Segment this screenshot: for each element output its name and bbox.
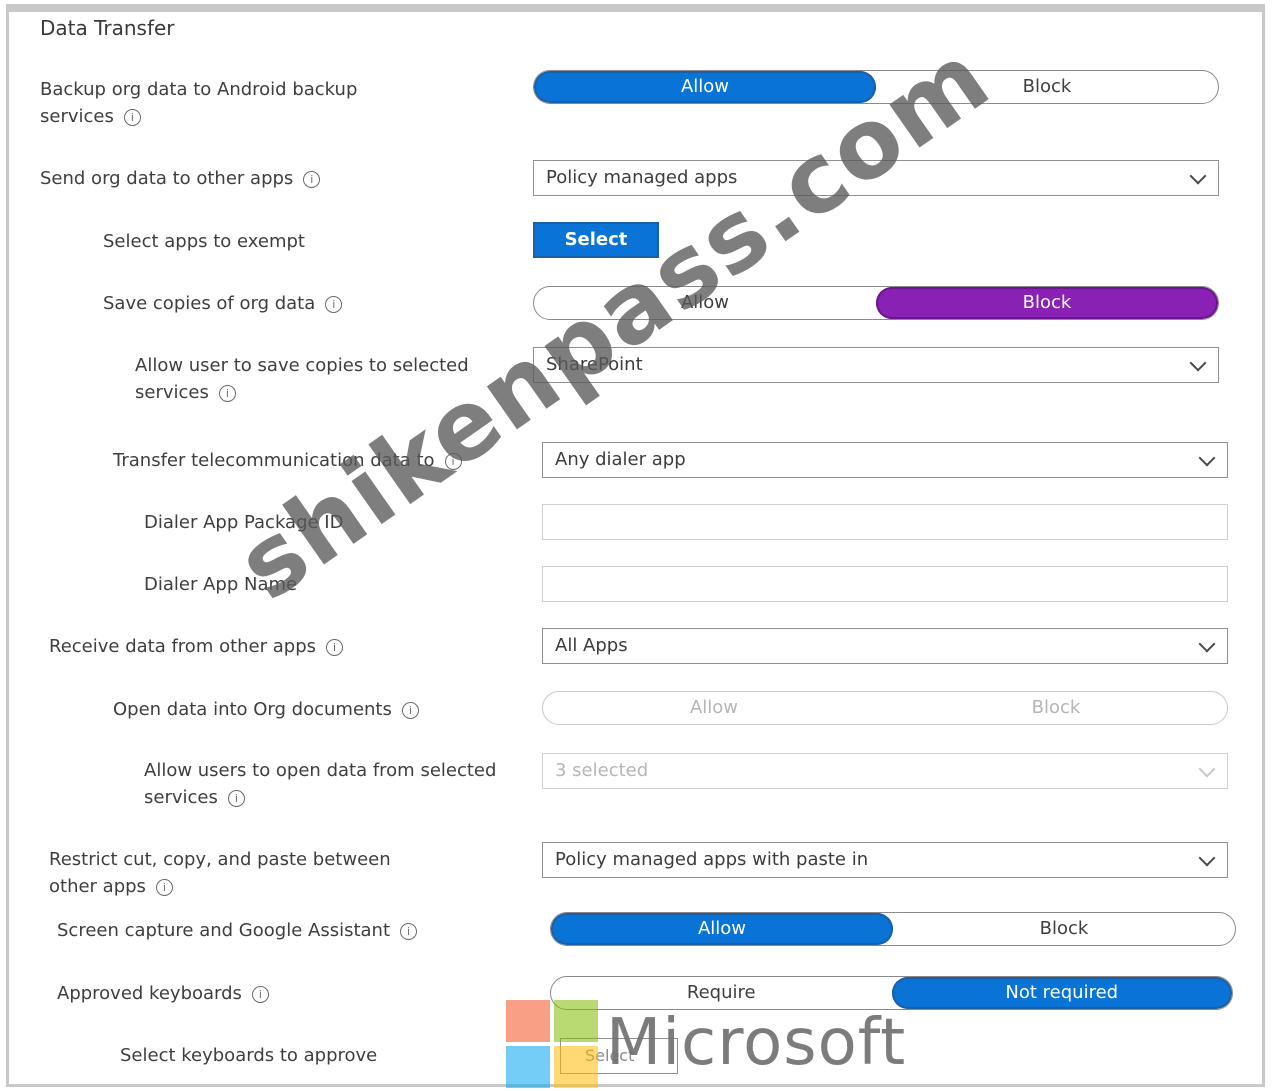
chevron-down-icon (1198, 635, 1216, 653)
info-icon[interactable]: i (227, 790, 245, 807)
microsoft-logo-icon (506, 1000, 600, 1091)
open-services-label: Allow users to open data from selected s… (144, 760, 497, 808)
backup-block-option[interactable]: Block (876, 71, 1218, 103)
screen-capture-block-option[interactable]: Block (893, 913, 1235, 945)
chevron-down-icon (1198, 849, 1216, 867)
telecom-dropdown[interactable]: Any dialer app (542, 442, 1228, 478)
logo-square-red (506, 1000, 550, 1042)
open-org-block-option[interactable]: Block (885, 692, 1227, 724)
backup-allow-option[interactable]: Allow (534, 71, 876, 103)
select-apps-button[interactable]: Select (533, 222, 659, 258)
logo-square-green (554, 1000, 598, 1042)
chevron-down-icon (1189, 354, 1207, 372)
save-copies-toggle[interactable]: Allow Block (533, 286, 1219, 320)
backup-toggle[interactable]: Allow Block (533, 70, 1219, 104)
info-icon[interactable]: i (326, 639, 344, 656)
info-icon[interactable]: i (325, 296, 343, 313)
screen-capture-toggle[interactable]: Allow Block (550, 912, 1236, 946)
exempt-label: Select apps to exempt (103, 231, 305, 252)
open-org-toggle[interactable]: Allow Block (542, 691, 1228, 725)
logo-square-blue (506, 1046, 550, 1088)
open-org-label: Open data into Org documents i (113, 696, 419, 723)
save-copies-block-option[interactable]: Block (876, 287, 1218, 319)
keyboards-toggle[interactable]: Require Not required (550, 976, 1233, 1010)
info-icon[interactable]: i (123, 109, 141, 126)
telecom-label: Transfer telecommunication data to i (113, 447, 462, 474)
dialer-id-label: Dialer App Package ID (144, 512, 344, 533)
keyboards-require-option[interactable]: Require (551, 977, 892, 1009)
screen-capture-allow-option[interactable]: Allow (551, 913, 893, 945)
chevron-down-icon (1189, 167, 1207, 185)
info-icon[interactable]: i (155, 879, 173, 896)
select-keyboards-label: Select keyboards to approve (120, 1045, 378, 1066)
info-icon[interactable]: i (444, 453, 462, 470)
save-services-label: Allow user to save copies to selected se… (135, 355, 469, 403)
save-copies-label: Save copies of org data i (103, 290, 343, 317)
info-icon[interactable]: i (303, 171, 321, 188)
dialer-name-input[interactable] (542, 566, 1228, 602)
logo-square-yellow (554, 1046, 598, 1088)
microsoft-logo-text: Microsoft (606, 1006, 907, 1080)
receive-dropdown[interactable]: All Apps (542, 628, 1228, 664)
backup-label: Backup org data to Android backup servic… (40, 79, 358, 127)
open-org-allow-option[interactable]: Allow (543, 692, 885, 724)
restrict-cut-dropdown[interactable]: Policy managed apps with paste in (542, 842, 1228, 878)
send-data-dropdown[interactable]: Policy managed apps (533, 160, 1219, 196)
chevron-down-icon (1198, 760, 1216, 778)
section-title: Data Transfer (40, 16, 175, 40)
chevron-down-icon (1198, 449, 1216, 467)
dialer-name-label: Dialer App Name (144, 574, 298, 595)
screen-capture-label: Screen capture and Google Assistant i (57, 917, 418, 944)
open-services-dropdown[interactable]: 3 selected (542, 753, 1228, 789)
keyboards-label: Approved keyboards i (57, 980, 269, 1007)
restrict-cut-label: Restrict cut, copy, and paste between ot… (49, 849, 391, 897)
receive-label: Receive data from other apps i (49, 633, 344, 660)
save-services-dropdown[interactable]: SharePoint (533, 347, 1219, 383)
dialer-id-input[interactable] (542, 504, 1228, 540)
info-icon[interactable]: i (251, 986, 269, 1003)
save-copies-allow-option[interactable]: Allow (534, 287, 876, 319)
info-icon[interactable]: i (218, 385, 236, 402)
info-icon[interactable]: i (401, 702, 419, 719)
keyboards-not-required-option[interactable]: Not required (891, 977, 1232, 1009)
send-data-label: Send org data to other apps i (40, 165, 321, 192)
info-icon[interactable]: i (400, 923, 418, 940)
